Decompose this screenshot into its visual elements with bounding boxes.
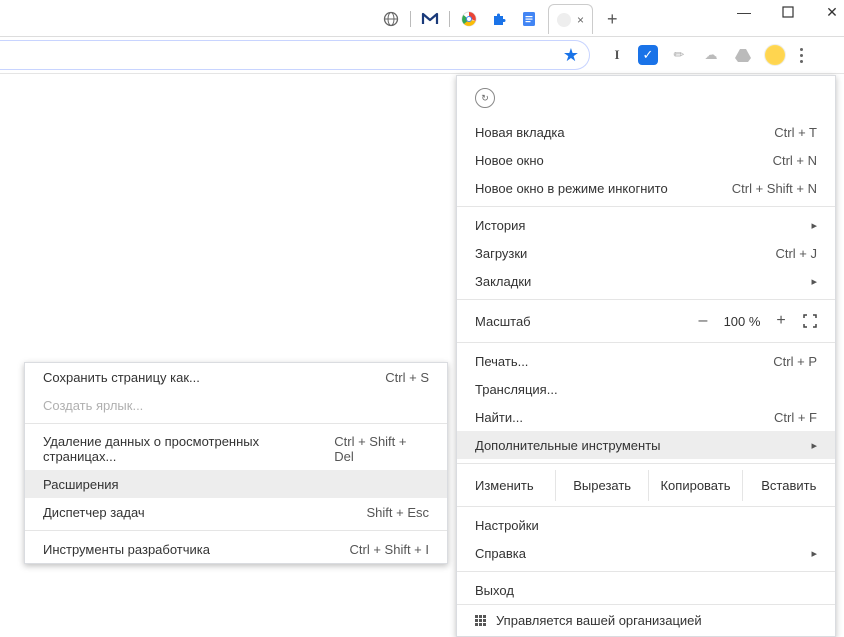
menu-managed-by-org[interactable]: Управляется вашей организацией <box>457 604 835 636</box>
edit-paste-button[interactable]: Вставить <box>742 470 835 501</box>
fullscreen-button[interactable] <box>803 314 817 328</box>
puzzle-icon[interactable] <box>488 8 510 30</box>
zoom-value: 100 % <box>715 314 769 329</box>
chrome-icon[interactable] <box>458 8 480 30</box>
active-tab[interactable]: × <box>548 4 593 34</box>
zoom-out-button[interactable]: – <box>691 312 715 330</box>
menu-cast[interactable]: Трансляция... <box>457 375 835 403</box>
tab-close-icon[interactable]: × <box>577 13 584 27</box>
window-close-button[interactable]: ✕ <box>825 5 839 19</box>
chrome-menu-button[interactable] <box>796 44 807 67</box>
menu-exit[interactable]: Выход <box>457 576 835 604</box>
omnibox[interactable]: ★ <box>0 40 590 70</box>
edit-cut-button[interactable]: Вырезать <box>555 470 648 501</box>
submenu-task-manager[interactable]: Диспетчер задачShift + Esc <box>25 498 447 526</box>
menu-downloads[interactable]: ЗагрузкиCtrl + J <box>457 239 835 267</box>
menu-history[interactable]: История <box>457 211 835 239</box>
menu-zoom: Масштаб – 100 % + <box>457 304 835 338</box>
toolbar: ★ I ✓ ✏ ☁ <box>0 36 844 74</box>
profile-avatar[interactable] <box>764 44 786 66</box>
reading-list-icon[interactable]: I <box>606 44 628 66</box>
tab-favicon <box>557 13 571 27</box>
window-maximize-button[interactable] <box>781 5 795 19</box>
brush-icon[interactable]: ✏ <box>668 44 690 66</box>
menu-settings[interactable]: Настройки <box>457 511 835 539</box>
menu-find[interactable]: Найти...Ctrl + F <box>457 403 835 431</box>
edit-label: Изменить <box>475 478 555 493</box>
menu-new-tab[interactable]: Новая вкладкаCtrl + T <box>457 118 835 146</box>
tab-strip: × + <box>380 5 624 33</box>
menu-incognito[interactable]: Новое окно в режиме инкогнитоCtrl + Shif… <box>457 174 835 202</box>
submenu-extensions[interactable]: Расширения <box>25 470 447 498</box>
menu-more-tools[interactable]: Дополнительные инструменты <box>457 431 835 459</box>
zoom-in-button[interactable]: + <box>769 312 793 330</box>
globe-icon[interactable] <box>380 8 402 30</box>
malwarebytes-icon[interactable] <box>419 8 441 30</box>
menu-bookmarks[interactable]: Закладки <box>457 267 835 295</box>
window-minimize-button[interactable]: — <box>737 5 751 19</box>
cloud-icon[interactable]: ☁ <box>700 44 722 66</box>
edit-copy-button[interactable]: Копировать <box>648 470 741 501</box>
submenu-clear-browsing-data[interactable]: Удаление данных о просмотренных страница… <box>25 428 447 470</box>
more-tools-submenu: Сохранить страницу как...Ctrl + S Создат… <box>24 362 448 564</box>
chrome-main-menu: ↻ Новая вкладкаCtrl + T Новое окноCtrl +… <box>456 75 836 637</box>
extension-check-icon[interactable]: ✓ <box>638 45 658 65</box>
menu-edit-row: Изменить Вырезать Копировать Вставить <box>457 468 835 502</box>
menu-new-window[interactable]: Новое окноCtrl + N <box>457 146 835 174</box>
update-badge-icon[interactable]: ↻ <box>475 88 495 108</box>
bookmark-star-icon[interactable]: ★ <box>563 45 579 66</box>
submenu-create-shortcut: Создать ярлык... <box>25 391 447 419</box>
docs-icon[interactable] <box>518 8 540 30</box>
managed-label: Управляется вашей организацией <box>496 613 702 628</box>
drive-icon[interactable] <box>732 44 754 66</box>
submenu-save-page[interactable]: Сохранить страницу как...Ctrl + S <box>25 363 447 391</box>
submenu-dev-tools[interactable]: Инструменты разработчикаCtrl + Shift + I <box>25 535 447 563</box>
tab-separator <box>449 11 450 27</box>
org-icon <box>475 615 486 626</box>
zoom-label: Масштаб <box>475 314 691 329</box>
new-tab-button[interactable]: + <box>601 9 624 30</box>
menu-print[interactable]: Печать...Ctrl + P <box>457 347 835 375</box>
tab-separator <box>410 11 411 27</box>
